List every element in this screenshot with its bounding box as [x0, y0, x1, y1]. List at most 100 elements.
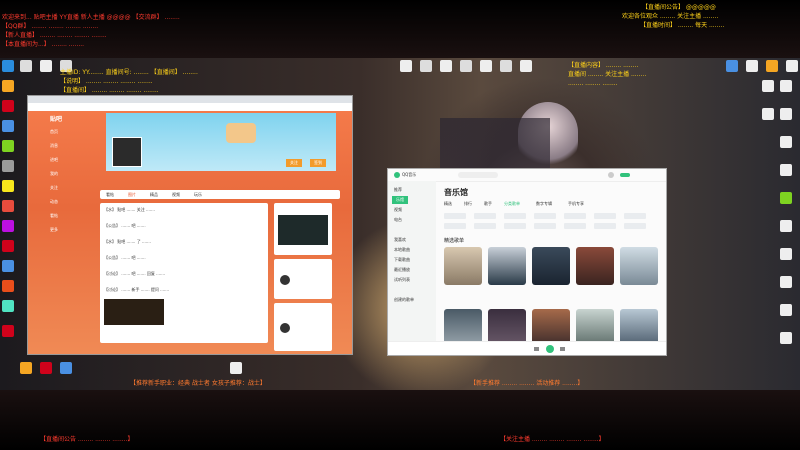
category-tag[interactable]: [594, 223, 616, 229]
post-image[interactable]: [104, 299, 164, 325]
playlist-cover[interactable]: [620, 247, 658, 285]
file-icon[interactable]: [762, 80, 774, 92]
tab-charts[interactable]: 排行: [464, 201, 472, 207]
tab-threads[interactable]: 看帖: [106, 192, 114, 198]
category-tag[interactable]: [474, 213, 496, 219]
playlist-cover[interactable]: [532, 247, 570, 285]
category-tag[interactable]: [504, 213, 526, 219]
post-title[interactable]: 【讨论】 ....... 吧 ....... 回复 .......: [104, 271, 165, 277]
follow-button[interactable]: 关注: [286, 159, 302, 167]
post-title[interactable]: 【讨论】 ....... 新手 ....... 提问 .......: [104, 287, 169, 293]
app-icon[interactable]: [2, 140, 14, 152]
file-icon[interactable]: [40, 60, 52, 72]
sidebar-item[interactable]: 更多: [50, 227, 82, 233]
category-tag[interactable]: [594, 213, 616, 219]
sidebar-item[interactable]: 我喜欢: [394, 237, 406, 243]
post-title[interactable]: 【水】 贴吧 ....... 了 .......: [104, 239, 151, 245]
file-icon[interactable]: [780, 276, 792, 288]
post-title[interactable]: 【公告】 ....... 吧 .......: [104, 255, 146, 261]
category-tag[interactable]: [624, 223, 646, 229]
playlist-cover[interactable]: [488, 247, 526, 285]
sidebar-item[interactable]: 消息: [50, 143, 82, 149]
tab-artists[interactable]: 歌手: [484, 201, 492, 207]
app-icon[interactable]: [726, 60, 738, 72]
app-icon[interactable]: [2, 220, 14, 232]
app-icon[interactable]: [2, 240, 14, 252]
file-icon[interactable]: [20, 60, 32, 72]
sidebar-item[interactable]: 关注: [50, 185, 82, 191]
category-tag[interactable]: [534, 213, 556, 219]
file-icon[interactable]: [780, 108, 792, 120]
file-icon[interactable]: [420, 60, 432, 72]
category-tag[interactable]: [564, 213, 586, 219]
category-tag[interactable]: [504, 223, 526, 229]
file-icon[interactable]: [780, 304, 792, 316]
app-icon[interactable]: [2, 160, 14, 172]
playlist-cover[interactable]: [576, 247, 614, 285]
app-icon[interactable]: [2, 280, 14, 292]
sidebar-item[interactable]: 最近播放: [394, 267, 410, 273]
app-icon[interactable]: [60, 362, 72, 374]
app-icon[interactable]: [2, 300, 14, 312]
tab-featured[interactable]: 精选: [444, 201, 452, 207]
app-icon[interactable]: [20, 362, 32, 374]
side-image[interactable]: [278, 215, 328, 245]
category-tag[interactable]: [444, 213, 466, 219]
category-tag[interactable]: [444, 223, 466, 229]
playlist-cover[interactable]: [444, 247, 482, 285]
file-icon[interactable]: [786, 60, 798, 72]
sidebar-item[interactable]: 看帖: [50, 213, 82, 219]
category-tag[interactable]: [624, 213, 646, 219]
avatar[interactable]: [280, 323, 290, 333]
next-icon[interactable]: [560, 347, 565, 351]
app-icon[interactable]: [2, 200, 14, 212]
avatar[interactable]: [280, 275, 290, 285]
sidebar-item[interactable]: 电台: [394, 217, 402, 223]
app-icon[interactable]: [2, 325, 14, 337]
post-title[interactable]: 【公告】 ....... 吧 .......: [104, 223, 146, 229]
category-tag[interactable]: [534, 223, 556, 229]
file-icon[interactable]: [780, 164, 792, 176]
file-icon[interactable]: [780, 192, 792, 204]
tab-video[interactable]: 视频: [172, 192, 180, 198]
file-icon[interactable]: [780, 332, 792, 344]
sign-button[interactable]: 签到: [310, 159, 326, 167]
category-tag[interactable]: [474, 223, 496, 229]
previous-icon[interactable]: [534, 347, 539, 351]
tab-featured[interactable]: 精品: [150, 192, 158, 198]
file-icon[interactable]: [440, 60, 452, 72]
file-icon[interactable]: [520, 60, 532, 72]
sidebar-item[interactable]: 视频: [394, 207, 402, 213]
vip-badge[interactable]: [620, 173, 630, 177]
tab-images[interactable]: 图片: [128, 192, 136, 198]
sidebar-item[interactable]: 我的: [50, 171, 82, 177]
sidebar-item-active[interactable]: 乐馆: [392, 196, 408, 204]
sidebar-item[interactable]: 创建的歌单: [394, 297, 414, 303]
file-icon[interactable]: [780, 136, 792, 148]
file-icon[interactable]: [780, 220, 792, 232]
search-input[interactable]: [458, 172, 498, 178]
file-icon[interactable]: [480, 60, 492, 72]
browser-tab-bar[interactable]: [28, 96, 352, 103]
folder-icon[interactable]: [2, 80, 14, 92]
file-icon[interactable]: [460, 60, 472, 72]
sidebar-item[interactable]: 试听列表: [394, 277, 410, 283]
app-icon[interactable]: [40, 362, 52, 374]
sidebar-item[interactable]: 动态: [50, 199, 82, 205]
play-icon[interactable]: [546, 345, 554, 353]
tab-albums[interactable]: 数字专辑: [536, 201, 552, 207]
post-title[interactable]: 【水】 贴吧 ....... 关注 .......: [104, 207, 155, 213]
sidebar-item[interactable]: 首页: [50, 129, 82, 135]
sidebar-item[interactable]: 本地歌曲: [394, 247, 410, 253]
app-icon[interactable]: [2, 60, 14, 72]
app-icon[interactable]: [2, 100, 14, 112]
tab-play[interactable]: 玩乐: [194, 192, 202, 198]
app-icon[interactable]: [2, 180, 14, 192]
tab-playlists[interactable]: 分类歌单: [504, 201, 520, 207]
app-icon[interactable]: [2, 120, 14, 132]
avatar[interactable]: [608, 172, 614, 178]
sidebar-item[interactable]: 进吧: [50, 157, 82, 163]
sidebar-item[interactable]: 下载歌曲: [394, 257, 410, 263]
sidebar-item[interactable]: 推荐: [394, 187, 402, 193]
file-icon[interactable]: [780, 80, 792, 92]
